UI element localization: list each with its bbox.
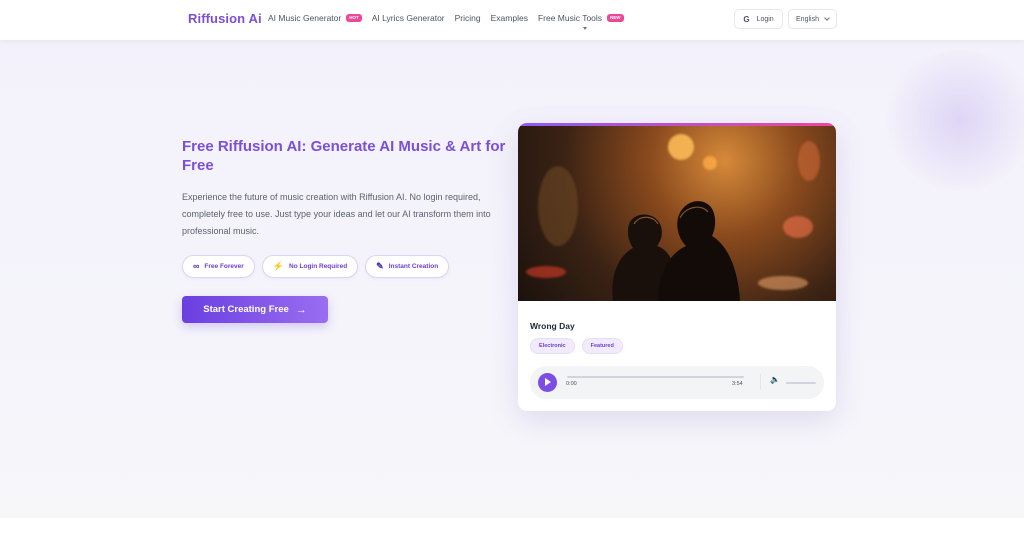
hero-section: [0, 40, 1024, 518]
nav-ai-music-generator[interactable]: AI Music Generator HOT: [268, 13, 362, 23]
volume-icon[interactable]: 🔈: [770, 375, 780, 384]
nav-ai-lyrics-generator[interactable]: AI Lyrics Generator: [372, 13, 445, 23]
google-login-button[interactable]: G Login: [734, 9, 783, 29]
start-creating-button[interactable]: Start Creating Free →: [182, 296, 328, 323]
decorative-glow: [880, 50, 1024, 190]
tag-featured[interactable]: Featured: [581, 338, 623, 354]
nav-label: AI Music Generator: [268, 13, 342, 23]
login-label: Login: [756, 15, 774, 23]
nav-examples[interactable]: Examples: [491, 13, 528, 23]
bolt-icon: ⚡: [272, 261, 285, 271]
arrow-right-icon: →: [295, 303, 307, 316]
feature-label: Free Forever: [204, 263, 244, 270]
nav-pricing[interactable]: Pricing: [455, 13, 481, 23]
duration: 3:54: [732, 381, 743, 387]
current-time: 0:00: [566, 381, 577, 387]
tag-electronic[interactable]: Electronic: [530, 338, 575, 354]
play-icon: [545, 378, 551, 386]
nav-label: Examples: [490, 13, 528, 23]
chevron-down-icon: [582, 27, 587, 30]
play-button[interactable]: [538, 373, 557, 392]
song-title: Wrong Day: [530, 321, 575, 331]
song-tags: Electronic Featured: [530, 338, 630, 354]
nav-label: Pricing: [454, 13, 481, 23]
pencil-icon: ✎: [376, 261, 384, 271]
top-navbar: Riffusion Ai AI Music Generator HOT AI L…: [0, 0, 1024, 40]
hero-title: Free Riffusion AI: Generate AI Music & A…: [182, 138, 506, 174]
chevron-down-icon: [824, 15, 830, 21]
hero-description: Experience the future of music creation …: [182, 192, 491, 236]
progress-bar[interactable]: [567, 376, 744, 378]
couple-silhouette: [612, 201, 740, 301]
new-badge: NEW: [607, 14, 624, 22]
nav-label: Free Music Tools: [537, 13, 603, 23]
site-logo[interactable]: Riffusion Ai: [188, 11, 262, 26]
section-divider: [0, 518, 1024, 542]
language-label: English: [796, 15, 819, 23]
language-selector[interactable]: English: [788, 9, 837, 29]
feature-free-forever: ∞ Free Forever: [182, 255, 255, 278]
volume-slider[interactable]: [786, 382, 816, 384]
album-cover-image: [518, 126, 836, 301]
feature-label: No Login Required: [289, 263, 348, 270]
audio-player: 0:00 3:54 🔈: [530, 366, 824, 399]
nav-label: AI Lyrics Generator: [371, 13, 445, 23]
feature-pills: ∞ Free Forever ⚡ No Login Required ✎ Ins…: [182, 255, 456, 278]
feature-no-login: ⚡ No Login Required: [261, 255, 359, 278]
divider: [760, 374, 761, 390]
main-nav: AI Music Generator HOT AI Lyrics Generat…: [268, 13, 634, 30]
feature-label: Instant Creation: [388, 263, 439, 270]
google-icon: G: [743, 14, 750, 24]
nav-free-music-tools[interactable]: Free Music Tools NEW: [537, 13, 624, 30]
hot-badge: HOT: [346, 14, 362, 22]
feature-instant-creation: ✎ Instant Creation: [365, 255, 450, 278]
cta-label: Start Creating Free: [203, 304, 289, 315]
infinity-icon: ∞: [193, 261, 200, 271]
